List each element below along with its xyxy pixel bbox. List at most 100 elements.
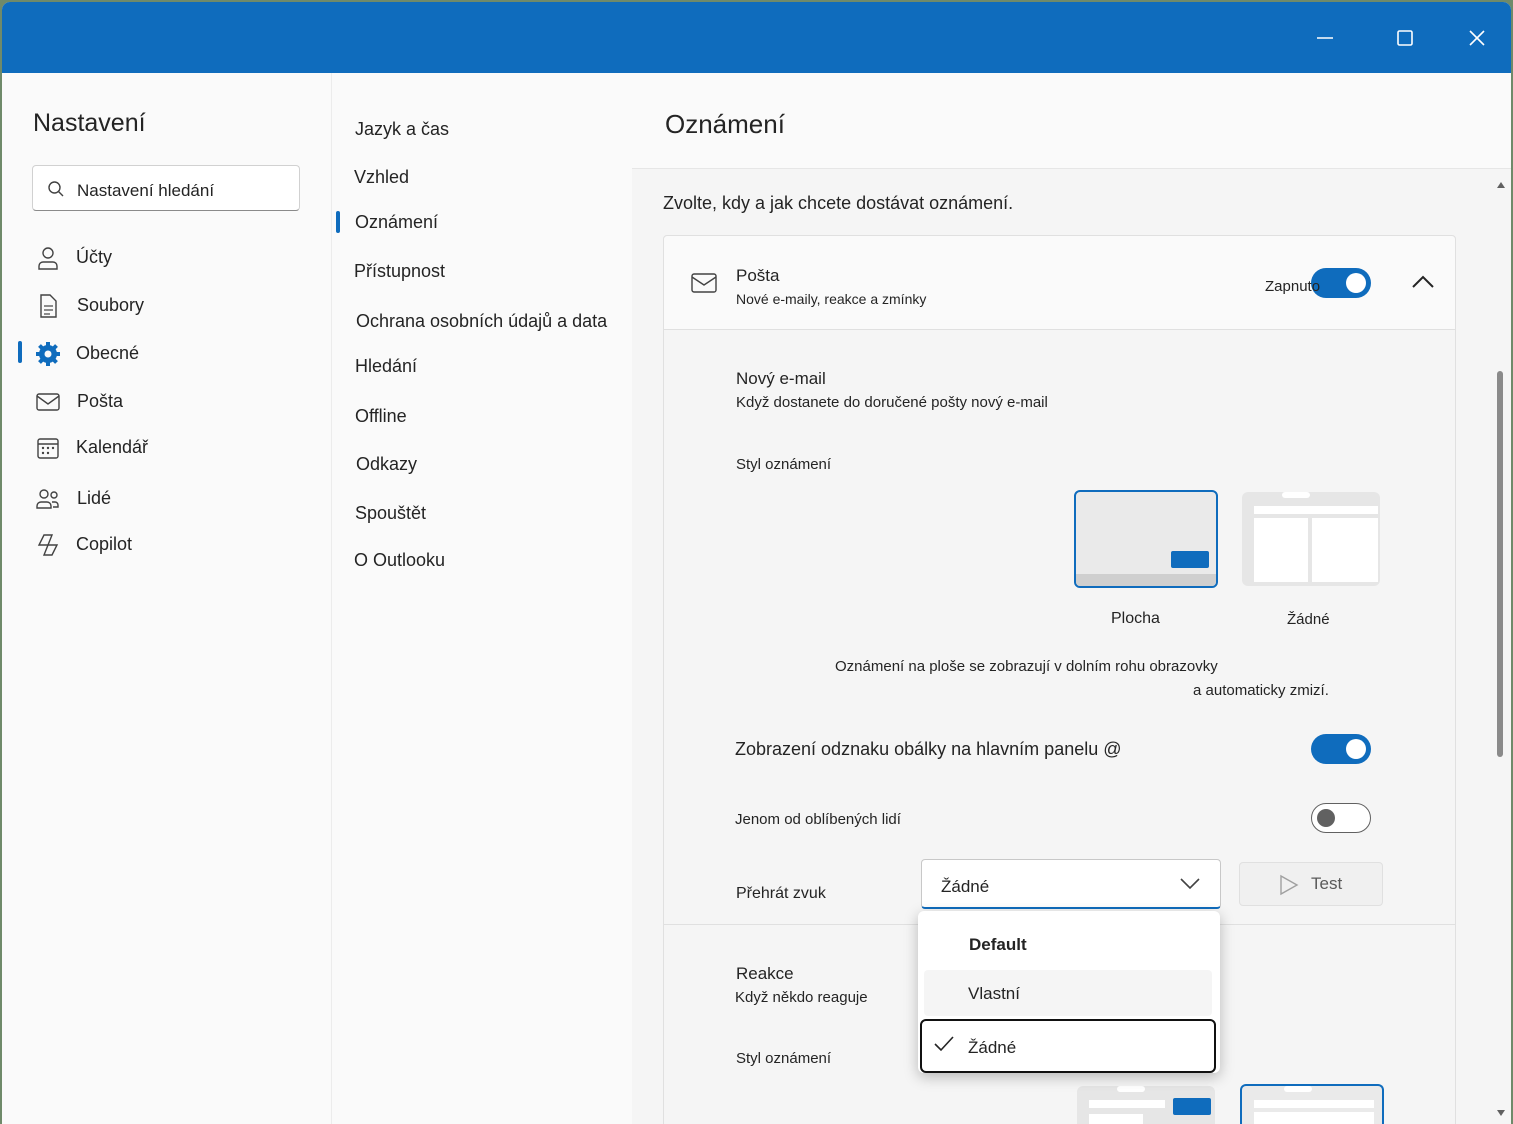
sound-dropdown-value: Žádné xyxy=(941,877,990,896)
reactions-title: Reakce xyxy=(736,964,794,983)
checkmark-icon xyxy=(934,1036,954,1052)
style-option-none-label: Žádné xyxy=(1287,611,1330,628)
scroll-up-icon xyxy=(1497,182,1505,188)
sidebar-item-mail[interactable]: Pošta xyxy=(2,381,331,421)
sound-option-label: Vlastní xyxy=(968,984,1020,1003)
sidebar-item-general[interactable]: Obecné xyxy=(2,333,331,373)
person-icon xyxy=(38,247,58,270)
sidebar-item-label: Soubory xyxy=(77,295,145,315)
subnav: Jazyk a čas Vzhled Oznámení Přístupnost … xyxy=(331,73,633,1124)
close-button[interactable] xyxy=(1457,20,1497,56)
style-hint-line2: a automaticky zmizí. xyxy=(1193,682,1329,699)
mail-card-header[interactable]: Pošta Nové e-maily, reakce a zmínky Zapn… xyxy=(664,236,1455,330)
sidebar-item-label: Kalendář xyxy=(76,437,149,457)
chevron-down-icon xyxy=(1180,878,1200,890)
main-panel: Oznámení Zvolte, kdy a jak chcete dostáv… xyxy=(632,73,1511,1124)
test-sound-label: Test xyxy=(1311,874,1343,893)
subnav-item-about[interactable]: O Outlooku xyxy=(332,542,632,578)
new-email-title: Nový e-mail xyxy=(736,369,826,388)
sound-option-none[interactable]: Žádné xyxy=(920,1019,1216,1073)
subnav-item-appearance[interactable]: Vzhled xyxy=(332,159,632,195)
sound-label: Přehrát zvuk xyxy=(736,885,826,902)
sidebar-item-files[interactable]: Soubory xyxy=(2,285,331,325)
close-icon xyxy=(1469,30,1485,46)
style-option-desktop[interactable] xyxy=(1074,490,1218,588)
favorites-toggle[interactable] xyxy=(1311,803,1371,833)
main-header: Oznámení xyxy=(632,73,1511,169)
new-email-description: Když dostanete do doručené pošty nový e-… xyxy=(736,394,1048,411)
sound-dropdown-menu: Default Vlastní Žádné xyxy=(918,911,1220,1073)
sidebar-item-label: Lidé xyxy=(77,488,112,508)
test-sound-button[interactable]: Test xyxy=(1239,862,1383,906)
scroll-down-icon xyxy=(1497,1110,1505,1116)
subnav-item-notifications[interactable]: Oznámení xyxy=(332,204,632,240)
minimize-icon xyxy=(1317,37,1333,39)
subnav-item-label: Jazyk a čas xyxy=(355,119,450,139)
subnav-item-search[interactable]: Hledání xyxy=(332,348,632,384)
sidebar-title: Nastavení xyxy=(33,109,146,137)
people-icon xyxy=(36,489,59,509)
maximize-button[interactable] xyxy=(1385,20,1425,56)
badge-toggle[interactable] xyxy=(1311,734,1371,764)
sound-dropdown[interactable]: Žádné xyxy=(921,859,1221,909)
sidebar-item-label: Obecné xyxy=(76,343,140,363)
sidebar-item-people[interactable]: Lidé xyxy=(2,478,331,518)
sidebar-item-accounts[interactable]: Účty xyxy=(2,237,331,277)
subnav-item-links[interactable]: Odkazy xyxy=(332,446,632,482)
gear-icon xyxy=(36,342,60,366)
search-input[interactable]: Nastavení hledání xyxy=(32,165,300,211)
subnav-item-privacy[interactable]: Ochrana osobních údajů a data xyxy=(332,303,632,339)
mail-card-title: Pošta xyxy=(736,266,780,285)
reactions-style-label: Styl oznámení xyxy=(736,1050,832,1067)
subnav-item-label: Přístupnost xyxy=(354,261,446,281)
subnav-item-label: Spouštět xyxy=(355,503,427,523)
mail-icon xyxy=(691,273,717,293)
chevron-up-icon[interactable] xyxy=(1411,274,1435,290)
style-option-none[interactable] xyxy=(1242,492,1380,586)
reactions-style-desktop[interactable] xyxy=(1077,1086,1215,1124)
reactions-style-none[interactable] xyxy=(1240,1084,1384,1124)
page-subtitle: Zvolte, kdy a jak chcete dostávat oznáme… xyxy=(663,193,1014,213)
document-icon xyxy=(40,294,57,318)
subnav-item-accessibility[interactable]: Přístupnost xyxy=(332,253,632,289)
maximize-icon xyxy=(1397,30,1413,46)
sound-option-label: Žádné xyxy=(968,1038,1017,1057)
calendar-icon xyxy=(37,438,59,459)
sidebar: Nastavení Nastavení hledání Účty Soubory… xyxy=(2,73,331,1124)
scrollbar[interactable] xyxy=(1494,173,1508,1124)
sidebar-item-label: Účty xyxy=(76,247,112,267)
sound-option-custom[interactable]: Vlastní xyxy=(924,970,1212,1016)
sidebar-item-label: Pošta xyxy=(77,391,124,411)
copilot-icon xyxy=(37,534,59,556)
title-bar xyxy=(2,2,1511,73)
subnav-item-label: Offline xyxy=(355,406,407,426)
subnav-item-startup[interactable]: Spouštět xyxy=(332,495,632,531)
scrollbar-thumb[interactable] xyxy=(1497,371,1503,757)
reactions-description: Když někdo reaguje xyxy=(735,989,868,1006)
minimize-button[interactable] xyxy=(1305,20,1345,56)
subnav-item-label: Odkazy xyxy=(356,454,418,474)
sound-option-default[interactable]: Default xyxy=(924,921,1212,967)
style-hint-line1: Oznámení na ploše se zobrazují v dolním … xyxy=(835,658,1218,675)
mail-icon xyxy=(36,393,60,411)
sidebar-item-copilot[interactable]: Copilot xyxy=(2,524,331,564)
search-placeholder: Nastavení hledání xyxy=(77,181,215,200)
play-icon xyxy=(1280,874,1299,896)
subnav-item-label: Hledání xyxy=(355,356,418,376)
badge-label: Zobrazení odznaku obálky na hlavním pane… xyxy=(735,739,1122,759)
subnav-item-label: O Outlooku xyxy=(354,550,446,570)
thumb-toast xyxy=(1171,551,1209,568)
subnav-item-offline[interactable]: Offline xyxy=(332,398,632,434)
mail-card-description: Nové e-maily, reakce a zmínky xyxy=(736,291,927,307)
sidebar-item-calendar[interactable]: Kalendář xyxy=(2,427,331,467)
sidebar-item-label: Copilot xyxy=(76,534,133,554)
subnav-item-label: Vzhled xyxy=(354,167,410,187)
subnav-item-label: Oznámení xyxy=(355,212,439,232)
notification-style-label: Styl oznámení xyxy=(736,456,832,473)
search-icon xyxy=(48,181,64,197)
page-title: Oznámení xyxy=(665,109,785,139)
subnav-item-label: Ochrana osobních údajů a data xyxy=(356,311,608,331)
settings-window: Nastavení Nastavení hledání Účty Soubory… xyxy=(2,2,1511,1124)
subnav-item-language[interactable]: Jazyk a čas xyxy=(332,111,632,147)
sound-option-label: Default xyxy=(969,935,1027,954)
